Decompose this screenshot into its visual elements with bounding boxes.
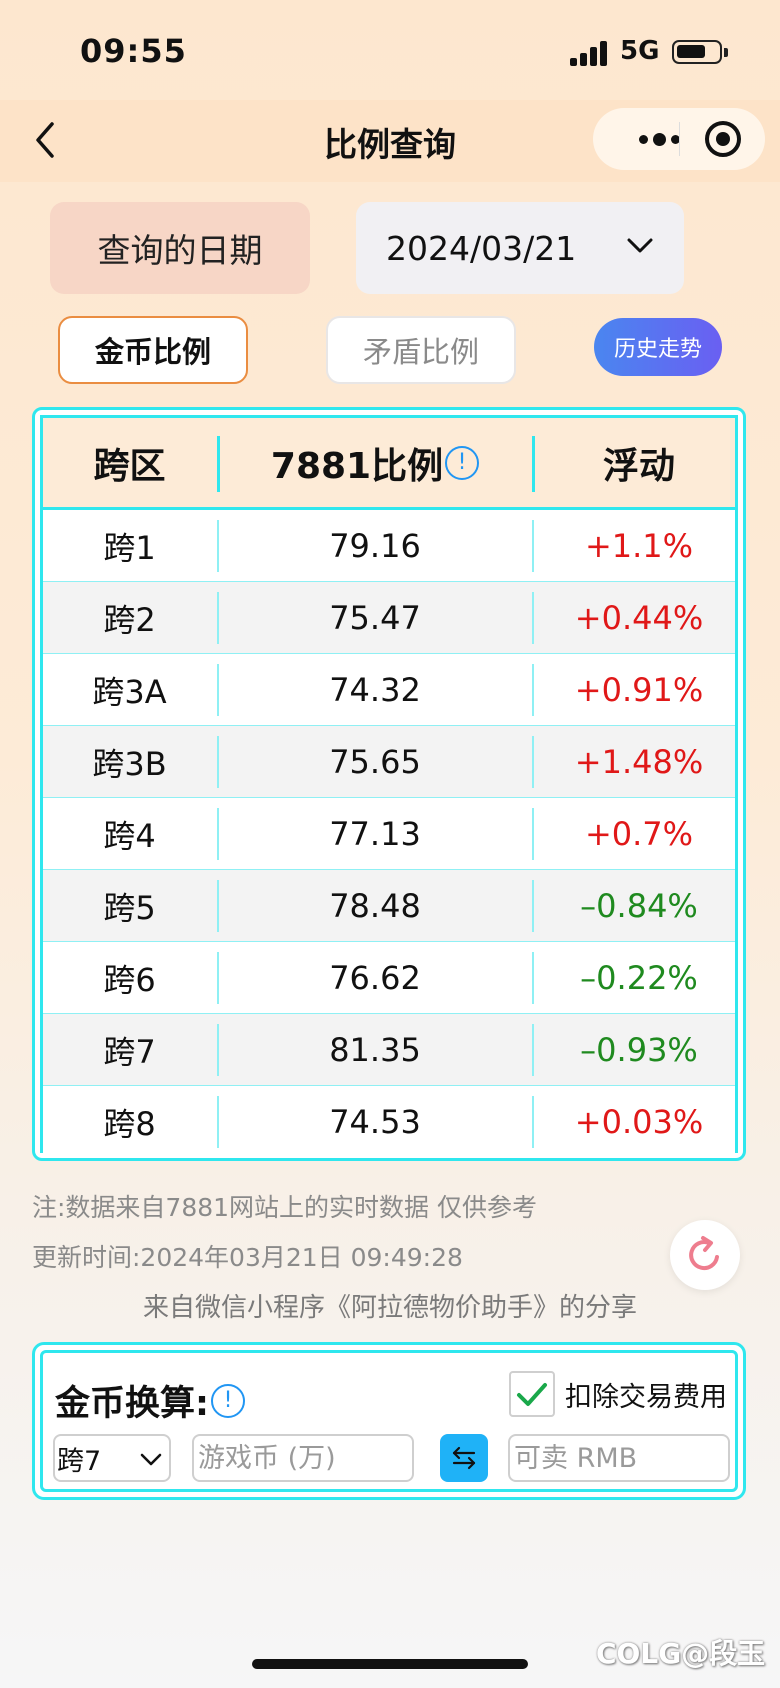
refresh-button[interactable] <box>670 1220 740 1290</box>
cell-change: +1.48% <box>574 743 704 781</box>
cell-server: 跨8 <box>103 1105 156 1143</box>
gold-calculator: 金币换算: ! 扣除交易费用 跨7 <box>32 1342 746 1500</box>
table-row: 跨3B 75.65 +1.48% <box>43 726 735 798</box>
game-currency-input[interactable] <box>192 1434 414 1482</box>
close-mini-program-icon[interactable] <box>705 121 741 157</box>
cell-ratio: 81.35 <box>329 1031 421 1069</box>
cell-change: –0.93% <box>580 1031 698 1069</box>
cell-ratio: 76.62 <box>329 959 421 997</box>
info-icon[interactable]: ! <box>445 445 480 480</box>
cell-change: +0.44% <box>574 599 704 637</box>
cell-ratio: 74.32 <box>329 671 421 709</box>
mini-program-capsule <box>593 108 765 170</box>
cell-change: –0.22% <box>580 959 698 997</box>
cell-change: +0.03% <box>574 1103 704 1141</box>
swap-button[interactable] <box>440 1434 488 1482</box>
network-type: 5G <box>620 36 660 66</box>
rmb-input[interactable] <box>508 1434 730 1482</box>
checkmark-icon <box>517 1383 547 1406</box>
refresh-icon <box>689 1236 719 1271</box>
data-disclaimer: 注:数据来自7881网站上的实时数据 仅供参考 <box>32 1193 537 1222</box>
more-icon[interactable] <box>617 116 701 162</box>
header-ratio-label: 7881比例 <box>270 445 444 487</box>
share-source: 来自微信小程序《阿拉德物价助手》的分享 <box>142 1293 637 1323</box>
table-body: 跨1 79.16 +1.1% 跨2 75.47 +0.44% 跨3A 74.32 +0.91% 跨… <box>43 510 735 1158</box>
ratio-table: 跨区 7881比例 ! 浮动 跨1 79.16 +1.1% 跨2 75.47 +0.44%… <box>32 407 746 1161</box>
table-row: 跨5 78.48 –0.84% <box>43 870 735 942</box>
table-row: 跨7 81.35 –0.93% <box>43 1014 735 1086</box>
table-row: 跨2 75.47 +0.44% <box>43 582 735 654</box>
cell-ratio: 78.48 <box>329 887 421 925</box>
home-indicator[interactable] <box>252 1659 528 1669</box>
chevron-down-icon <box>627 238 653 253</box>
calculator-title: 金币换算: ! <box>55 1375 245 1426</box>
cell-server: 跨1 <box>103 529 156 567</box>
server-select[interactable]: 跨7 <box>53 1434 171 1482</box>
table-row: 跨4 77.13 +0.7% <box>43 798 735 870</box>
cell-server: 跨7 <box>103 1033 156 1071</box>
status-time: 09:55 <box>80 32 187 70</box>
cell-change: +0.7% <box>584 815 694 853</box>
signal-icon <box>570 40 610 66</box>
table-row: 跨1 79.16 +1.1% <box>43 510 735 582</box>
cell-ratio: 75.65 <box>329 743 421 781</box>
calculator-title-label: 金币换算: <box>55 1384 209 1424</box>
swap-icon <box>452 1446 476 1470</box>
cell-server: 跨3B <box>92 745 167 783</box>
table-row: 跨3A 74.32 +0.91% <box>43 654 735 726</box>
cell-ratio: 74.53 <box>329 1103 421 1141</box>
watermark: COLG@段玉 <box>596 1637 766 1670</box>
deduct-fee-checkbox[interactable] <box>509 1371 555 1417</box>
tab-gold-ratio[interactable]: 金币比例 <box>58 316 248 384</box>
header-change: 浮动 <box>602 445 675 487</box>
battery-icon <box>672 40 728 64</box>
table-row: 跨6 76.62 –0.22% <box>43 942 735 1014</box>
cell-server: 跨4 <box>103 817 156 855</box>
history-trend-button[interactable]: 历史走势 <box>594 318 722 376</box>
cell-server: 跨3A <box>92 673 167 711</box>
server-select-value: 跨7 <box>57 1445 102 1477</box>
cell-ratio: 75.47 <box>329 599 421 637</box>
nav-bar: 比例查询 <box>0 100 780 182</box>
cell-server: 跨5 <box>103 889 156 927</box>
table-header: 跨区 7881比例 ! 浮动 <box>43 418 735 510</box>
deduct-fee-label: 扣除交易费用 <box>565 1382 727 1413</box>
cell-change: +1.1% <box>584 527 694 565</box>
chevron-down-icon <box>140 1453 162 1466</box>
header-ratio: 7881比例 ! <box>219 418 531 507</box>
cell-server: 跨2 <box>103 601 156 639</box>
update-time: 更新时间:2024年03月21日 09:49:28 <box>32 1243 463 1272</box>
date-value: 2024/03/21 <box>386 228 577 268</box>
cell-server: 跨6 <box>103 961 156 999</box>
calc-info-icon[interactable]: ! <box>211 1383 245 1418</box>
tab-shield-ratio[interactable]: 矛盾比例 <box>326 316 516 384</box>
cell-change: –0.84% <box>580 887 698 925</box>
header-server: 跨区 <box>93 445 166 487</box>
date-picker[interactable]: 2024/03/21 <box>356 202 684 294</box>
status-bar: 09:55 5G <box>0 0 780 100</box>
cell-ratio: 79.16 <box>329 527 421 565</box>
table-row: 跨8 74.53 +0.03% <box>43 1086 735 1158</box>
cell-ratio: 77.13 <box>329 815 421 853</box>
date-label: 查询的日期 <box>50 202 310 294</box>
cell-change: +0.91% <box>574 671 704 709</box>
